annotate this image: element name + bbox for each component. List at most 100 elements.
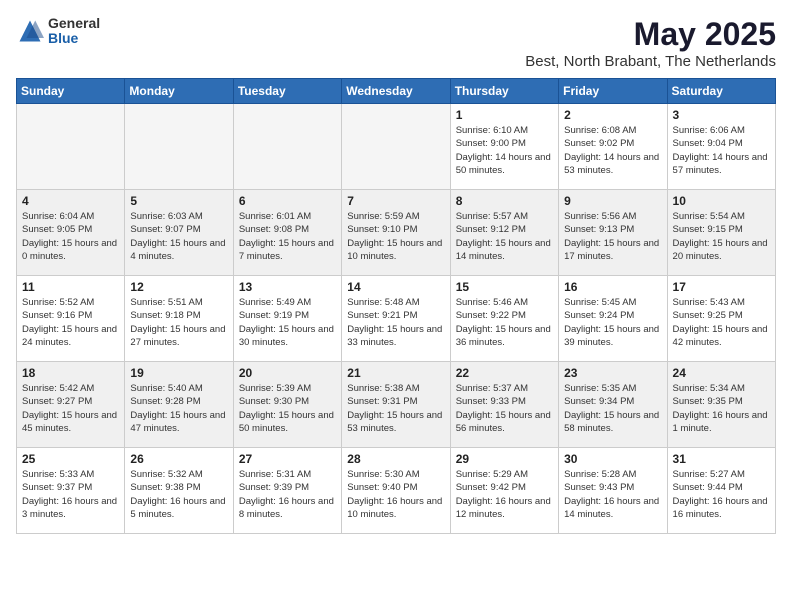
- day-info: Sunrise: 5:30 AM Sunset: 9:40 PM Dayligh…: [347, 468, 444, 521]
- calendar-cell: 11Sunrise: 5:52 AM Sunset: 9:16 PM Dayli…: [17, 276, 125, 362]
- day-info: Sunrise: 5:48 AM Sunset: 9:21 PM Dayligh…: [347, 296, 444, 349]
- day-number: 22: [456, 366, 553, 380]
- title-block: May 2025 Best, North Brabant, The Nether…: [525, 16, 776, 70]
- header-saturday: Saturday: [667, 79, 775, 104]
- day-info: Sunrise: 5:29 AM Sunset: 9:42 PM Dayligh…: [456, 468, 553, 521]
- day-number: 23: [564, 366, 661, 380]
- week-row-2: 4 Sunrise: 6:04 AM Sunset: 9:05 PM Daylig…: [17, 190, 776, 276]
- day-info: Sunrise: 5:32 AM Sunset: 9:38 PM Dayligh…: [130, 468, 227, 521]
- calendar-cell: 19Sunrise: 5:40 AM Sunset: 9:28 PM Dayli…: [125, 362, 233, 448]
- calendar-cell: 9 Sunrise: 5:56 AM Sunset: 9:13 PM Daylig…: [559, 190, 667, 276]
- day-number: 30: [564, 452, 661, 466]
- day-info: Sunrise: 5:35 AM Sunset: 9:34 PM Dayligh…: [564, 382, 661, 435]
- day-number: 2: [564, 108, 661, 122]
- calendar-cell: 12 Sunrise: 5:51 AM Sunset: 9:18 PM Dayli…: [125, 276, 233, 362]
- day-info: Sunrise: 5:31 AM Sunset: 9:39 PM Dayligh…: [239, 468, 336, 521]
- logo-icon: [16, 17, 44, 45]
- calendar-cell: 6Sunrise: 6:01 AM Sunset: 9:08 PM Daylig…: [233, 190, 341, 276]
- calendar-cell: 10 Sunrise: 5:54 AM Sunset: 9:15 PM Dayli…: [667, 190, 775, 276]
- day-info: Sunrise: 5:34 AM Sunset: 9:35 PM Dayligh…: [673, 382, 770, 435]
- day-info: Sunrise: 6:04 AM Sunset: 9:05 PM Dayligh…: [22, 210, 119, 263]
- header-friday: Friday: [559, 79, 667, 104]
- calendar-cell: 13 Sunrise: 5:49 AM Sunset: 9:19 PM Dayli…: [233, 276, 341, 362]
- calendar-cell: 27 Sunrise: 5:31 AM Sunset: 9:39 PM Dayli…: [233, 448, 341, 534]
- day-number: 21: [347, 366, 444, 380]
- page-header: General Blue May 2025 Best, North Braban…: [16, 16, 776, 70]
- day-info: Sunrise: 6:03 AM Sunset: 9:07 PM Dayligh…: [130, 210, 227, 263]
- day-number: 8: [456, 194, 553, 208]
- calendar-cell: 30 Sunrise: 5:28 AM Sunset: 9:43 PM Dayli…: [559, 448, 667, 534]
- calendar-cell: 7Sunrise: 5:59 AM Sunset: 9:10 PM Daylig…: [342, 190, 450, 276]
- day-number: 6: [239, 194, 336, 208]
- day-number: 3: [673, 108, 770, 122]
- calendar-cell: 23 Sunrise: 5:35 AM Sunset: 9:34 PM Dayli…: [559, 362, 667, 448]
- day-info: Sunrise: 5:49 AM Sunset: 9:19 PM Dayligh…: [239, 296, 336, 349]
- logo-text: General Blue: [48, 16, 100, 47]
- day-info: Sunrise: 5:43 AM Sunset: 9:25 PM Dayligh…: [673, 296, 770, 349]
- day-number: 12: [130, 280, 227, 294]
- day-info: Sunrise: 5:52 AM Sunset: 9:16 PM Dayligh…: [22, 296, 119, 349]
- day-number: 19: [130, 366, 227, 380]
- day-headers-row: SundayMondayTuesdayWednesdayThursdayFrid…: [17, 79, 776, 104]
- header-thursday: Thursday: [450, 79, 558, 104]
- calendar-cell: [17, 104, 125, 190]
- day-number: 20: [239, 366, 336, 380]
- day-number: 17: [673, 280, 770, 294]
- day-number: 5: [130, 194, 227, 208]
- day-number: 9: [564, 194, 661, 208]
- calendar-title: May 2025: [525, 16, 776, 53]
- day-info: Sunrise: 5:27 AM Sunset: 9:44 PM Dayligh…: [673, 468, 770, 521]
- logo-general: General: [48, 16, 100, 31]
- day-info: Sunrise: 5:33 AM Sunset: 9:37 PM Dayligh…: [22, 468, 119, 521]
- day-number: 18: [22, 366, 119, 380]
- calendar-cell: 5 Sunrise: 6:03 AM Sunset: 9:07 PM Daylig…: [125, 190, 233, 276]
- calendar-cell: 18 Sunrise: 5:42 AM Sunset: 9:27 PM Dayli…: [17, 362, 125, 448]
- calendar-subtitle: Best, North Brabant, The Netherlands: [525, 53, 776, 70]
- day-number: 31: [673, 452, 770, 466]
- day-info: Sunrise: 5:57 AM Sunset: 9:12 PM Dayligh…: [456, 210, 553, 263]
- day-info: Sunrise: 6:08 AM Sunset: 9:02 PM Dayligh…: [564, 124, 661, 177]
- day-number: 27: [239, 452, 336, 466]
- day-info: Sunrise: 5:39 AM Sunset: 9:30 PM Dayligh…: [239, 382, 336, 435]
- week-row-5: 25Sunrise: 5:33 AM Sunset: 9:37 PM Dayli…: [17, 448, 776, 534]
- header-monday: Monday: [125, 79, 233, 104]
- day-info: Sunrise: 5:46 AM Sunset: 9:22 PM Dayligh…: [456, 296, 553, 349]
- day-number: 26: [130, 452, 227, 466]
- logo-blue: Blue: [48, 31, 100, 46]
- week-row-4: 18 Sunrise: 5:42 AM Sunset: 9:27 PM Dayli…: [17, 362, 776, 448]
- day-info: Sunrise: 5:54 AM Sunset: 9:15 PM Dayligh…: [673, 210, 770, 263]
- calendar-cell: 1Sunrise: 6:10 AM Sunset: 9:00 PM Daylig…: [450, 104, 558, 190]
- day-info: Sunrise: 6:06 AM Sunset: 9:04 PM Dayligh…: [673, 124, 770, 177]
- calendar-cell: 25Sunrise: 5:33 AM Sunset: 9:37 PM Dayli…: [17, 448, 125, 534]
- calendar-cell: 29 Sunrise: 5:29 AM Sunset: 9:42 PM Dayli…: [450, 448, 558, 534]
- calendar-cell: [342, 104, 450, 190]
- calendar-cell: 14 Sunrise: 5:48 AM Sunset: 9:21 PM Dayli…: [342, 276, 450, 362]
- day-number: 28: [347, 452, 444, 466]
- day-number: 4: [22, 194, 119, 208]
- day-number: 15: [456, 280, 553, 294]
- day-info: Sunrise: 5:37 AM Sunset: 9:33 PM Dayligh…: [456, 382, 553, 435]
- header-sunday: Sunday: [17, 79, 125, 104]
- logo: General Blue: [16, 16, 100, 47]
- calendar-cell: 31 Sunrise: 5:27 AM Sunset: 9:44 PM Dayli…: [667, 448, 775, 534]
- day-info: Sunrise: 5:28 AM Sunset: 9:43 PM Dayligh…: [564, 468, 661, 521]
- day-info: Sunrise: 5:51 AM Sunset: 9:18 PM Dayligh…: [130, 296, 227, 349]
- day-number: 14: [347, 280, 444, 294]
- calendar-cell: 20 Sunrise: 5:39 AM Sunset: 9:30 PM Dayli…: [233, 362, 341, 448]
- day-info: Sunrise: 5:42 AM Sunset: 9:27 PM Dayligh…: [22, 382, 119, 435]
- day-number: 29: [456, 452, 553, 466]
- calendar-cell: 2 Sunrise: 6:08 AM Sunset: 9:02 PM Daylig…: [559, 104, 667, 190]
- calendar-cell: 24 Sunrise: 5:34 AM Sunset: 9:35 PM Dayli…: [667, 362, 775, 448]
- calendar-cell: 4 Sunrise: 6:04 AM Sunset: 9:05 PM Daylig…: [17, 190, 125, 276]
- day-number: 10: [673, 194, 770, 208]
- day-number: 13: [239, 280, 336, 294]
- calendar-cell: 28 Sunrise: 5:30 AM Sunset: 9:40 PM Dayli…: [342, 448, 450, 534]
- day-info: Sunrise: 5:56 AM Sunset: 9:13 PM Dayligh…: [564, 210, 661, 263]
- day-number: 24: [673, 366, 770, 380]
- week-row-1: 1Sunrise: 6:10 AM Sunset: 9:00 PM Daylig…: [17, 104, 776, 190]
- calendar-cell: 3 Sunrise: 6:06 AM Sunset: 9:04 PM Daylig…: [667, 104, 775, 190]
- calendar-cell: 26 Sunrise: 5:32 AM Sunset: 9:38 PM Dayli…: [125, 448, 233, 534]
- day-number: 7: [347, 194, 444, 208]
- week-row-3: 11Sunrise: 5:52 AM Sunset: 9:16 PM Dayli…: [17, 276, 776, 362]
- calendar-cell: 22 Sunrise: 5:37 AM Sunset: 9:33 PM Dayli…: [450, 362, 558, 448]
